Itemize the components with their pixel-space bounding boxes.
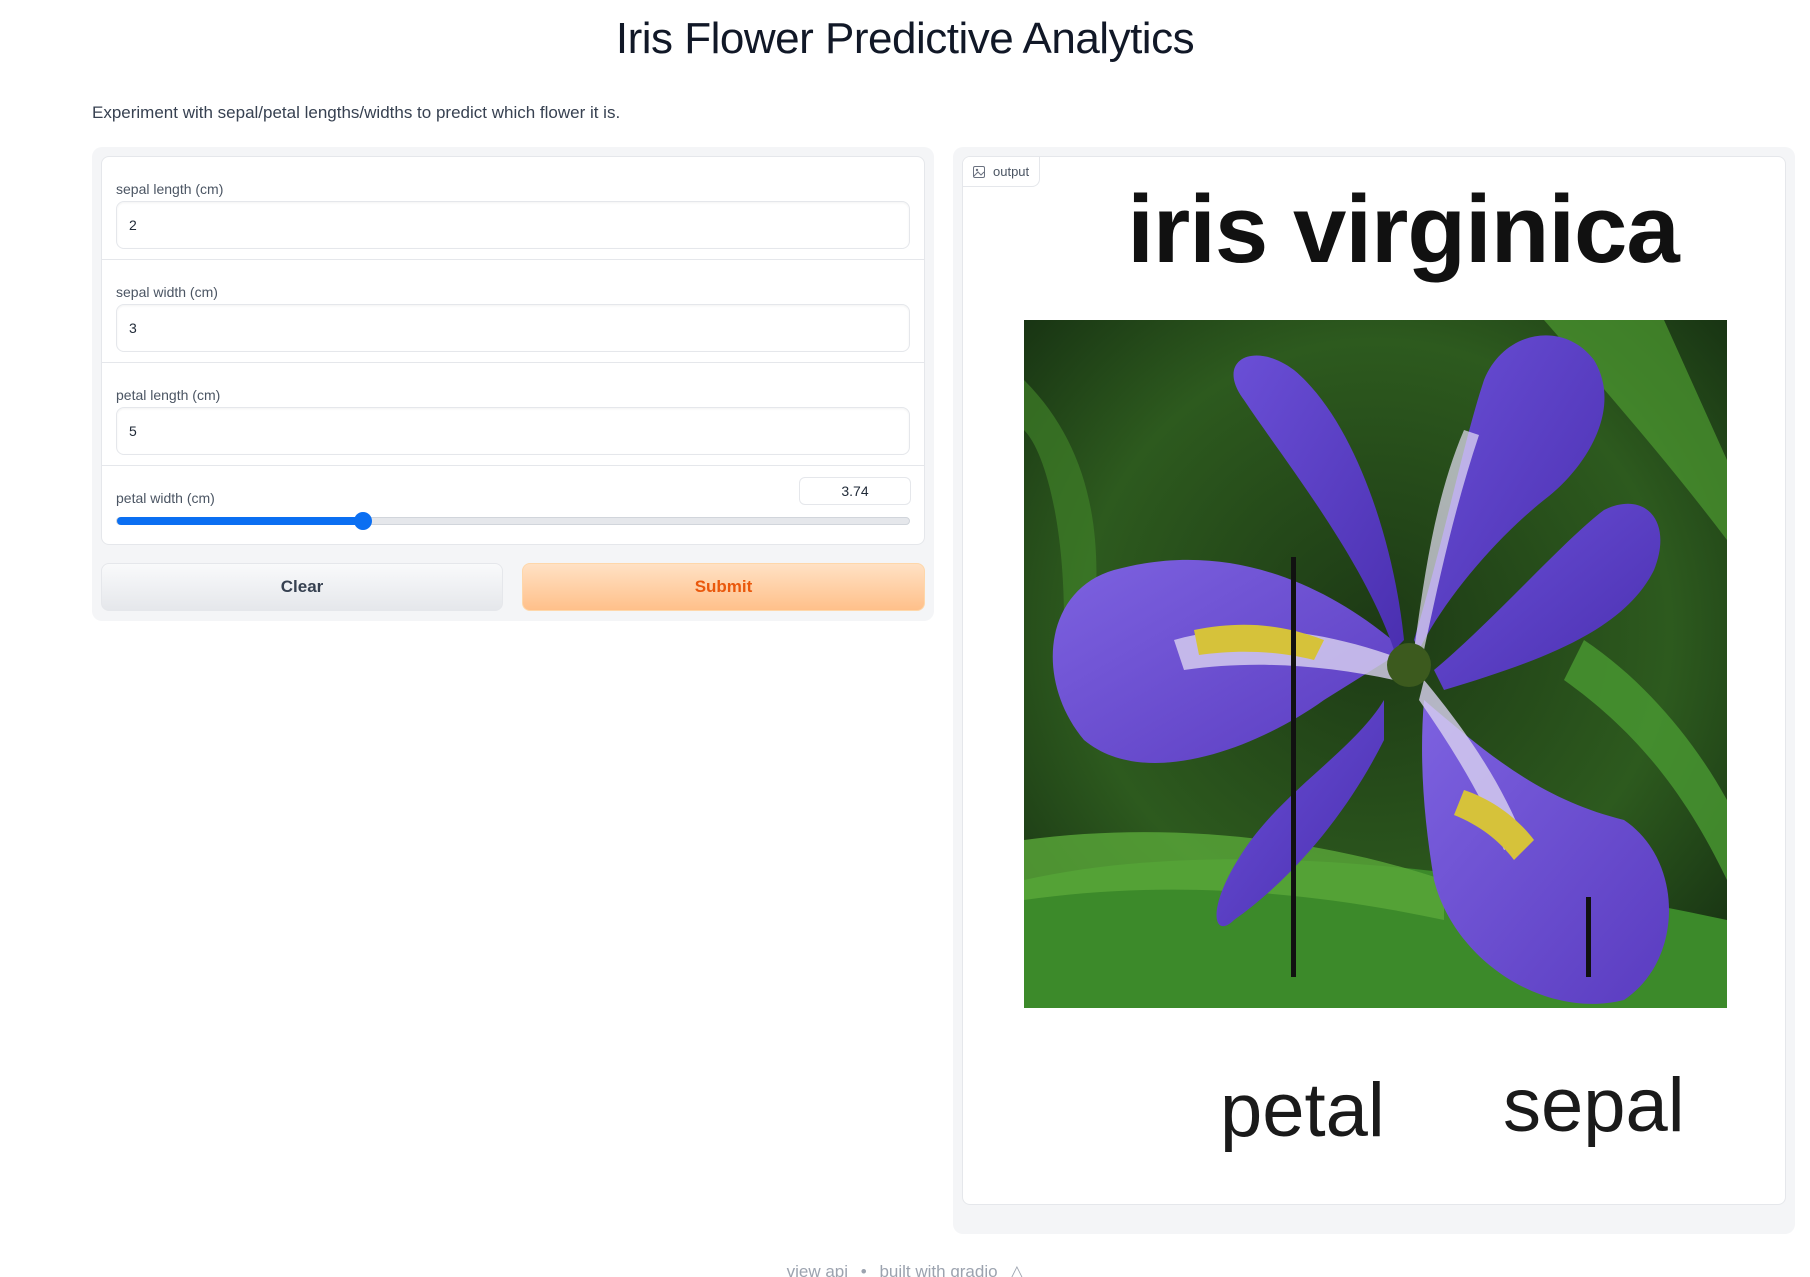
sepal-length-field: sepal length (cm) <box>102 157 924 260</box>
footer: view api • built with gradio △ <box>0 1262 1810 1277</box>
sepal-length-input[interactable] <box>116 201 910 249</box>
output-image-container: output iris virginica petal sepal <box>962 156 1786 1205</box>
sepal-pointer-line <box>1586 897 1591 977</box>
input-panel: sepal length (cm) sepal width (cm) petal… <box>92 147 934 621</box>
built-with-gradio-link[interactable]: built with gradio <box>879 1262 997 1277</box>
petal-length-input[interactable] <box>116 407 910 455</box>
prediction-text: iris virginica <box>1127 176 1680 283</box>
petal-pointer-line <box>1291 557 1296 977</box>
petal-label: petal <box>1220 1068 1385 1153</box>
page-description: Experiment with sepal/petal lengths/widt… <box>92 103 621 122</box>
petal-width-label: petal width (cm) <box>116 490 215 506</box>
gradio-logo-icon: △ <box>1010 1262 1024 1277</box>
petal-width-field: petal width (cm) <box>102 466 924 544</box>
sepal-width-input[interactable] <box>116 304 910 352</box>
slider-thumb[interactable] <box>353 512 372 530</box>
inputs-form: sepal length (cm) sepal width (cm) petal… <box>101 156 925 545</box>
slider-fill <box>117 517 363 525</box>
view-api-link[interactable]: view api <box>787 1262 848 1277</box>
sepal-length-label: sepal length (cm) <box>116 181 224 197</box>
sepal-width-field: sepal width (cm) <box>102 260 924 363</box>
sepal-width-label: sepal width (cm) <box>116 284 218 300</box>
submit-button[interactable]: Submit <box>522 563 925 611</box>
petal-length-field: petal length (cm) <box>102 363 924 466</box>
petal-width-number-input[interactable] <box>799 477 911 505</box>
flower-illustration <box>1024 320 1727 1008</box>
footer-separator: • <box>860 1262 867 1277</box>
petal-width-slider[interactable] <box>116 512 910 530</box>
page-title: Iris Flower Predictive Analytics <box>615 14 1195 63</box>
petal-length-label: petal length (cm) <box>116 387 221 403</box>
iris-flower-image <box>1024 320 1727 1008</box>
sepal-label: sepal <box>1503 1063 1685 1148</box>
output-panel: output iris virginica petal sepal <box>953 147 1795 1234</box>
clear-button[interactable]: Clear <box>101 563 503 611</box>
